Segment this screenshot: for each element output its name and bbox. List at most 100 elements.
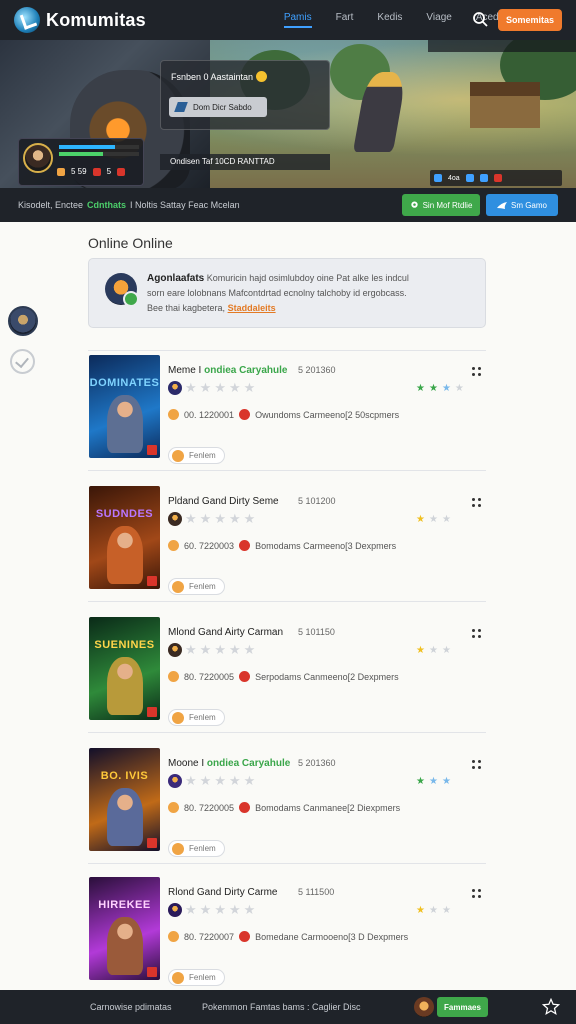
- game-thumbnail[interactable]: SUDNDES: [89, 486, 160, 589]
- more-menu-icon[interactable]: [472, 760, 482, 770]
- rating-star[interactable]: ★: [229, 774, 241, 788]
- more-menu-icon[interactable]: [472, 629, 482, 639]
- player-card[interactable]: 5 59 5: [18, 138, 144, 186]
- footer-avatar[interactable]: [414, 997, 434, 1017]
- more-menu-icon[interactable]: [472, 889, 482, 899]
- game-list-item[interactable]: SUENINES Mlond Gand Airty Carman 5 10115…: [88, 617, 486, 727]
- rating-star[interactable]: ★: [200, 381, 212, 395]
- skill-icon[interactable]: [479, 174, 488, 182]
- footer-mid-text[interactable]: Pokemmon Famtas bams : Caglier Disc: [202, 1002, 361, 1012]
- blue-action-button[interactable]: Sm Gamo: [486, 194, 558, 216]
- game-list-item[interactable]: DOMINATES Meme I ondiea Caryahule 5 2013…: [88, 355, 486, 465]
- game-thumbnail[interactable]: HIREKEE: [89, 877, 160, 980]
- game-list-item[interactable]: HIREKEE Rlond Gand Dirty Carme 5 111500 …: [88, 877, 486, 987]
- game-title-text: Rlond Gand Dirty Carme: [168, 887, 278, 898]
- game-icon: [168, 903, 182, 917]
- rating-star[interactable]: ★: [229, 903, 241, 917]
- nav-item-1[interactable]: Pamis: [283, 12, 312, 28]
- game-tag-pill[interactable]: Fenlem: [168, 969, 225, 986]
- header-cta-button[interactable]: Somemitas: [498, 9, 562, 31]
- game-title[interactable]: Mlond Gand Airty Carman: [168, 627, 283, 638]
- game-tag-pill[interactable]: Fenlem: [168, 709, 225, 726]
- mini-star-icon: ★: [441, 776, 451, 787]
- rating-star[interactable]: ★: [200, 903, 212, 917]
- rating-star[interactable]: ★: [214, 381, 226, 395]
- game-list-item[interactable]: SUDNDES Pldand Gand Dirty Seme 5 101200 …: [88, 486, 486, 596]
- rating-star[interactable]: ★: [200, 512, 212, 526]
- rating-star[interactable]: ★: [185, 774, 197, 788]
- game-list-item[interactable]: BO. IVIS Moone I ondiea Caryahule 5 2013…: [88, 748, 486, 858]
- rating-star[interactable]: ★: [214, 643, 226, 657]
- pill-icon: [172, 843, 184, 855]
- game-icon: [168, 774, 182, 788]
- row-divider: [88, 732, 486, 733]
- mini-star-icon: ★: [428, 383, 438, 394]
- rating-star[interactable]: ★: [214, 774, 226, 788]
- game-title[interactable]: Meme I ondiea Caryahule: [168, 365, 287, 376]
- skill-icon[interactable]: [465, 174, 474, 182]
- check-icon[interactable]: [10, 349, 35, 374]
- game-thumbnail[interactable]: DOMINATES: [89, 355, 160, 458]
- mini-stars: ★ ★ ★: [416, 905, 451, 916]
- game-tag-pill[interactable]: Fenlem: [168, 840, 225, 857]
- rating-star[interactable]: ★: [229, 381, 241, 395]
- rating-star[interactable]: ★: [244, 643, 256, 657]
- more-menu-icon[interactable]: [472, 498, 482, 508]
- rating-star[interactable]: ★: [229, 512, 241, 526]
- star-icon[interactable]: [542, 998, 560, 1016]
- game-description: Serpodams Canmeeno[2 Dexpmers: [255, 671, 399, 682]
- thumbnail-figure: [107, 395, 143, 453]
- nav-item-4[interactable]: Viage: [426, 12, 451, 28]
- pen-icon: [174, 102, 188, 112]
- game-tag-pill[interactable]: Fenlem: [168, 447, 225, 464]
- pill-icon: [172, 450, 184, 462]
- side-avatar[interactable]: [8, 306, 38, 336]
- rating-star[interactable]: ★: [244, 903, 256, 917]
- breadcrumb-highlight[interactable]: Cdnthats: [87, 200, 126, 210]
- more-menu-icon[interactable]: [472, 367, 482, 377]
- rating-star[interactable]: ★: [185, 381, 197, 395]
- hud-top-bar: [428, 40, 576, 52]
- row-divider: [88, 863, 486, 864]
- green-action-button[interactable]: Sin Mof Rtdlie: [402, 194, 480, 216]
- game-thumbnail[interactable]: SUENINES: [89, 617, 160, 720]
- rating-star[interactable]: ★: [214, 512, 226, 526]
- nav-item-2[interactable]: Fart: [336, 12, 354, 28]
- rating-star[interactable]: ★: [200, 643, 212, 657]
- mini-star-icon: ★: [441, 514, 451, 525]
- game-tag-pill[interactable]: Fenlem: [168, 578, 225, 595]
- game-stats-value: 00. 1220001: [184, 409, 235, 420]
- nav-item-3[interactable]: Kedis: [377, 12, 402, 28]
- tag-icon: [239, 671, 251, 682]
- hero-panel-button[interactable]: Dom Dicr Sabdo: [169, 97, 267, 117]
- rating-star[interactable]: ★: [244, 512, 256, 526]
- breadcrumb-prefix[interactable]: Kisodelt, Enctee: [18, 200, 83, 210]
- game-icon: [168, 381, 182, 395]
- brand-logo[interactable]: Komumitas: [14, 7, 146, 33]
- footer-button[interactable]: Fammaes: [437, 997, 488, 1017]
- game-title[interactable]: Moone I ondiea Caryahule: [168, 758, 290, 769]
- notice-link[interactable]: Staddaleits: [228, 303, 276, 313]
- game-date: 5 201360: [298, 365, 336, 375]
- rating-star[interactable]: ★: [185, 643, 197, 657]
- rating-star[interactable]: ★: [244, 381, 256, 395]
- rating-star[interactable]: ★: [229, 643, 241, 657]
- game-thumbnail[interactable]: BO. IVIS: [89, 748, 160, 851]
- mini-star-icon: ★: [441, 383, 451, 394]
- skill-icon[interactable]: [493, 174, 502, 182]
- footer-left-text[interactable]: Carnowise pdimatas: [90, 1002, 172, 1012]
- search-icon[interactable]: [472, 11, 488, 27]
- rating-star[interactable]: ★: [214, 903, 226, 917]
- pill-icon: [172, 972, 184, 984]
- rating-star[interactable]: ★: [244, 774, 256, 788]
- pill-label: Fenlem: [189, 973, 216, 982]
- rating-star[interactable]: ★: [185, 512, 197, 526]
- game-title[interactable]: Rlond Gand Dirty Carme: [168, 887, 277, 898]
- hero-panel-button-label: Dom Dicr Sabdo: [193, 102, 252, 112]
- game-title[interactable]: Pldand Gand Dirty Seme: [168, 496, 279, 507]
- rating-star[interactable]: ★: [185, 903, 197, 917]
- rating-star[interactable]: ★: [200, 774, 212, 788]
- skill-icon[interactable]: [434, 174, 442, 182]
- game-date: 5 111500: [298, 887, 335, 897]
- pill-label: Fenlem: [189, 582, 216, 591]
